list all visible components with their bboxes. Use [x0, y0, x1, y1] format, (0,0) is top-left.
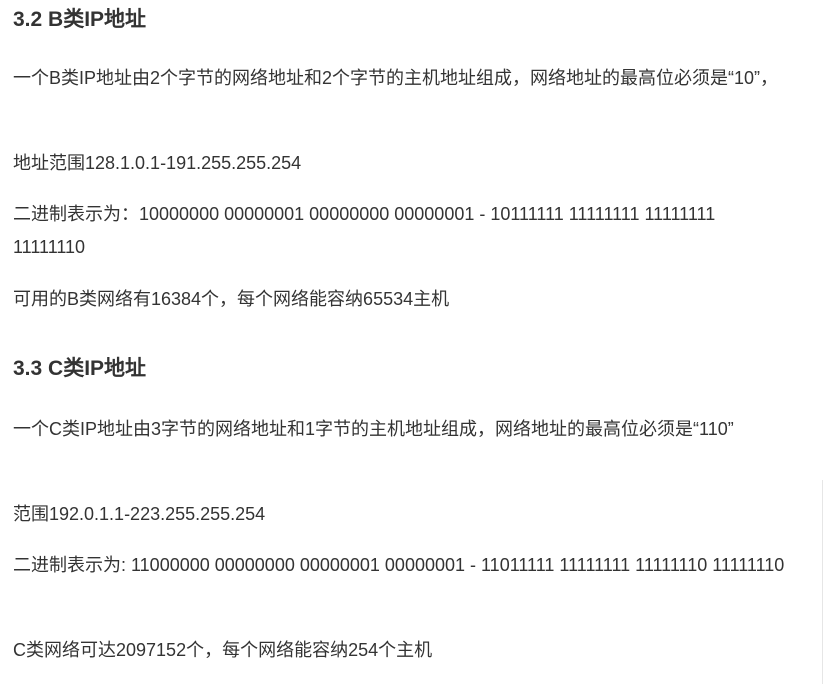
class-b-count: 可用的B类网络有16384个，每个网络能容纳65534主机	[13, 289, 450, 309]
class-b-range: 地址范围128.1.0.1-191.255.255.254	[13, 153, 302, 173]
class-b-binary: 二进制表示为：10000000 00000001 00000000 000000…	[13, 204, 716, 257]
section-heading-class-c: 3.3 C类IP地址	[13, 357, 147, 380]
class-c-count: C类网络可达2097152个，每个网络能容纳254个主机	[13, 640, 433, 660]
class-c-range: 范围192.0.1.1-223.255.255.254	[13, 504, 266, 524]
class-b-description: 一个B类IP地址由2个字节的网络地址和2个字节的主机地址组成，网络地址的最高位必…	[13, 68, 779, 88]
section-heading-class-b: 3.2 B类IP地址	[13, 8, 147, 31]
class-c-binary: 二进制表示为: 11000000 00000000 00000001 00000…	[13, 555, 785, 575]
class-c-description: 一个C类IP地址由3字节的网络地址和1字节的主机地址组成，网络地址的最高位必须是…	[13, 419, 734, 439]
